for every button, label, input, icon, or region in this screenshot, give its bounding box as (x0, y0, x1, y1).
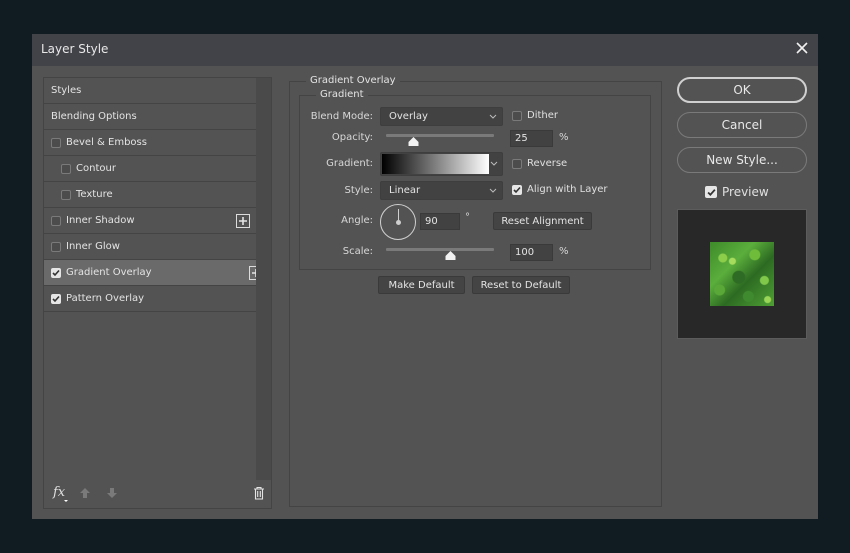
checkmark-icon (513, 186, 521, 193)
gradient-label: Gradient: (326, 158, 373, 169)
pattern-overlay-checkbox[interactable] (51, 293, 61, 304)
style-item-gradient-overlay[interactable]: Gradient Overlay (44, 260, 267, 286)
scale-unit: % (559, 246, 569, 257)
angle-unit: ° (465, 212, 470, 223)
opacity-slider-thumb[interactable] (408, 137, 419, 146)
trash-icon[interactable] (253, 486, 265, 500)
styles-panel: Styles Blending Options Bevel & Emboss C… (43, 77, 272, 509)
cancel-button[interactable]: Cancel (677, 112, 807, 138)
align-with-layer-label: Align with Layer (527, 184, 608, 195)
fx-dropdown-indicator (64, 500, 68, 502)
layer-style-dialog: Layer Style Styles Blending Options Beve… (32, 34, 818, 519)
angle-input[interactable]: 90 (420, 213, 460, 230)
contour-checkbox[interactable] (61, 163, 71, 174)
style-item-label: Inner Glow (66, 241, 120, 252)
gradient-picker[interactable] (380, 152, 503, 176)
style-item-inner-glow[interactable]: Inner Glow (44, 234, 256, 260)
style-select[interactable]: Linear (380, 181, 503, 200)
move-up-icon[interactable] (79, 487, 91, 499)
checkmark-icon (52, 295, 60, 302)
preview-checkbox[interactable]: Preview (705, 185, 769, 199)
style-item-styles[interactable]: Styles (44, 78, 256, 104)
style-item-bevel-emboss[interactable]: Bevel & Emboss (44, 130, 256, 156)
inner-shadow-checkbox[interactable] (51, 215, 61, 226)
reset-alignment-button[interactable]: Reset Alignment (493, 212, 592, 230)
chevron-down-icon (489, 188, 497, 193)
style-item-contour[interactable]: Contour (44, 156, 256, 182)
angle-label: Angle: (341, 215, 373, 226)
angle-dial[interactable] (380, 204, 416, 240)
style-item-pattern-overlay[interactable]: Pattern Overlay (44, 286, 256, 312)
angle-dial-center (396, 220, 401, 225)
style-item-inner-shadow[interactable]: Inner Shadow (44, 208, 256, 234)
close-icon[interactable] (795, 41, 809, 55)
style-value: Linear (389, 185, 421, 196)
scale-input[interactable]: 100 (510, 244, 553, 261)
texture-checkbox[interactable] (61, 189, 71, 200)
inner-glow-checkbox[interactable] (51, 241, 61, 252)
blend-mode-label: Blend Mode: (310, 111, 373, 122)
make-default-button[interactable]: Make Default (378, 276, 465, 294)
blend-mode-value: Overlay (389, 111, 428, 122)
style-item-label: Contour (76, 163, 116, 174)
styles-list: Styles Blending Options Bevel & Emboss C… (44, 78, 267, 312)
reverse-checkbox-box[interactable] (512, 158, 522, 169)
new-style-button[interactable]: New Style... (677, 147, 807, 173)
bevel-emboss-checkbox[interactable] (51, 137, 61, 148)
style-item-label: Texture (76, 189, 113, 200)
style-item-label: Pattern Overlay (66, 293, 145, 304)
style-item-blending-options[interactable]: Blending Options (44, 104, 256, 130)
ok-button[interactable]: OK (677, 77, 807, 103)
fx-menu-icon[interactable]: fx (53, 485, 65, 500)
chevron-down-icon (490, 161, 498, 166)
style-item-label: Styles (51, 85, 82, 96)
reverse-checkbox[interactable]: Reverse (512, 158, 567, 169)
dither-checkbox-box[interactable] (512, 110, 522, 121)
group-title: Gradient (316, 89, 368, 100)
reverse-label: Reverse (527, 158, 568, 169)
style-item-label: Bevel & Emboss (66, 137, 147, 148)
opacity-input[interactable]: 25 (510, 130, 553, 147)
gradient-preview-swatch[interactable] (382, 154, 489, 174)
section-title: Gradient Overlay (306, 75, 400, 86)
scale-slider-thumb[interactable] (445, 251, 456, 260)
style-preview-box (677, 209, 807, 339)
style-item-label: Gradient Overlay (66, 267, 152, 278)
opacity-slider-track[interactable] (386, 134, 494, 137)
style-item-texture[interactable]: Texture (44, 182, 256, 208)
reset-to-default-button[interactable]: Reset to Default (472, 276, 570, 294)
opacity-unit: % (559, 132, 569, 143)
dither-label: Dither (527, 110, 559, 121)
dither-checkbox[interactable]: Dither (512, 110, 558, 121)
preview-label: Preview (722, 185, 769, 199)
dialog-title: Layer Style (41, 42, 109, 56)
gradient-overlay-checkbox[interactable] (51, 267, 61, 278)
align-with-layer-checkbox-box[interactable] (512, 184, 522, 195)
checkmark-icon (706, 188, 716, 196)
preview-checkbox-box[interactable] (705, 186, 717, 198)
style-item-label: Inner Shadow (66, 215, 135, 226)
align-with-layer-checkbox[interactable]: Align with Layer (512, 184, 608, 195)
scale-slider-track[interactable] (386, 248, 494, 251)
styles-footer: fx (44, 478, 271, 508)
scale-label: Scale: (342, 246, 373, 257)
style-item-label: Blending Options (51, 111, 137, 122)
opacity-label: Opacity: (331, 132, 373, 143)
chevron-down-icon (489, 114, 497, 119)
move-down-icon[interactable] (106, 487, 118, 499)
preview-thumbnail-leaves-image (710, 242, 774, 306)
checkmark-icon (52, 269, 60, 276)
title-bar: Layer Style (32, 34, 818, 66)
blend-mode-select[interactable]: Overlay (380, 107, 503, 126)
add-inner-shadow-icon[interactable] (236, 214, 250, 228)
styles-scrollbar[interactable] (256, 78, 271, 480)
style-label: Style: (344, 185, 374, 196)
